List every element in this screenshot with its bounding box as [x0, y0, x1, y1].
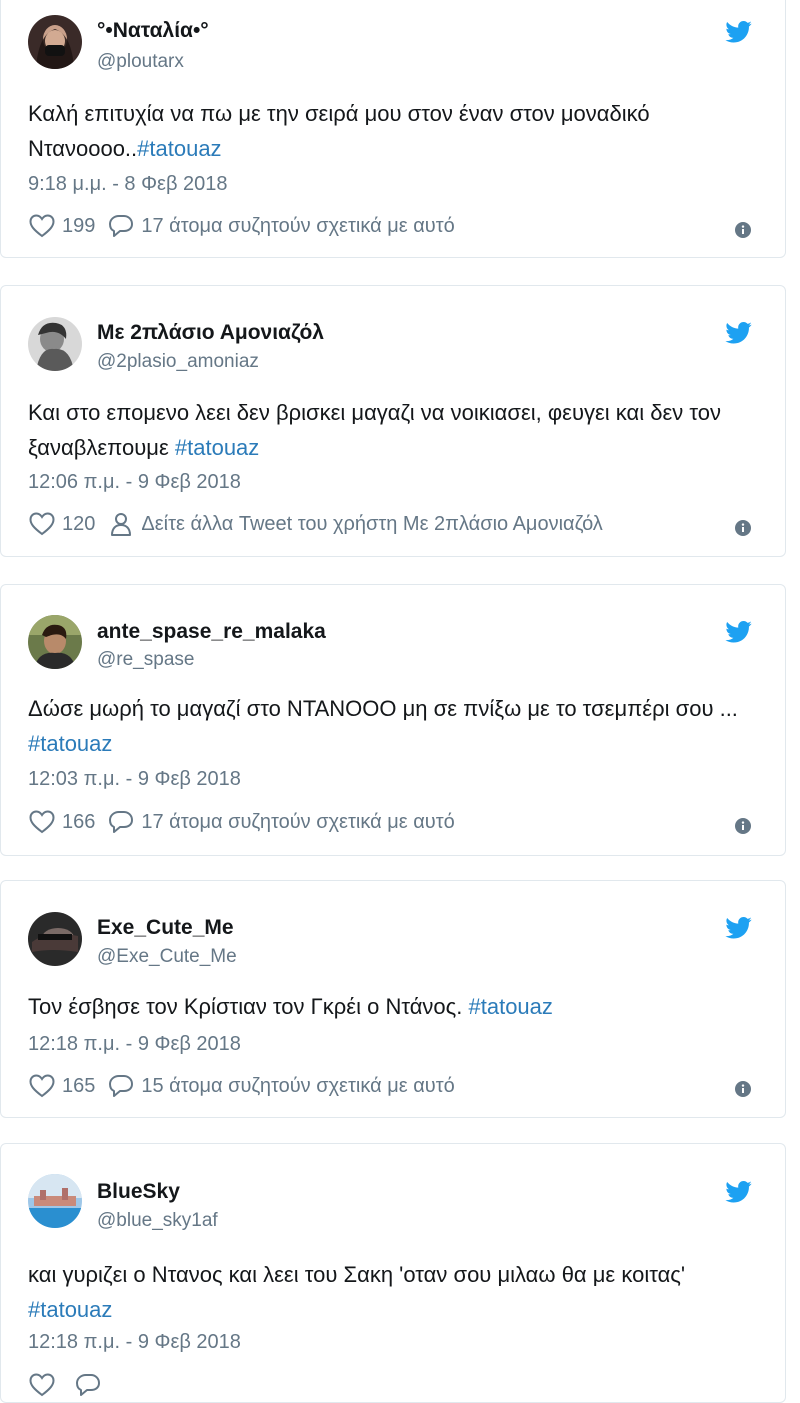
tweet-text-body: Καλή επιτυχία να πω με την σειρά μου στο… — [28, 101, 650, 161]
display-name[interactable]: ante_spase_re_malaka — [97, 620, 326, 644]
like-count[interactable]: 166 — [62, 811, 95, 834]
more-tweets-link[interactable]: Δείτε άλλα Tweet του χρήστη Με 2πλάσιο Α… — [141, 513, 602, 536]
user-handle[interactable]: @re_spase — [97, 649, 194, 671]
info-icon[interactable] — [735, 520, 751, 536]
user-handle[interactable]: @ploutarx — [97, 51, 184, 73]
tweet-actions — [28, 1372, 108, 1398]
tweet-text-body: Και στο επομενο λεει δεν βρισκει μαγαζι … — [28, 400, 722, 460]
like-count[interactable]: 165 — [62, 1075, 95, 1098]
info-icon[interactable] — [735, 818, 751, 834]
conversation-link[interactable]: 17 άτομα συζητούν σχετικά με αυτό — [141, 811, 454, 834]
user-icon[interactable] — [107, 511, 135, 537]
tweet-text: Δώσε μωρή το μαγαζί στο ΝΤΑΝΟΟΟ μη σε πν… — [28, 691, 768, 761]
heart-icon[interactable] — [28, 809, 56, 835]
tweet-card: Exe_Cute_Me @Exe_Cute_Me Τον έσβησε τον … — [0, 880, 786, 1118]
heart-icon[interactable] — [28, 1073, 56, 1099]
hashtag-link[interactable]: #tatouaz — [137, 136, 221, 161]
display-name[interactable]: Με 2πλάσιο Αμονιαζόλ — [97, 321, 324, 345]
avatar[interactable] — [28, 15, 82, 69]
avatar[interactable] — [28, 912, 82, 966]
conversation-link[interactable]: 17 άτομα συζητούν σχετικά με αυτό — [141, 215, 454, 238]
like-count[interactable]: 120 — [62, 513, 95, 536]
hashtag-link[interactable]: #tatouaz — [469, 994, 553, 1019]
hashtag-link[interactable]: #tatouaz — [28, 1297, 112, 1322]
like-count[interactable]: 199 — [62, 215, 95, 238]
twitter-bird-icon[interactable] — [725, 917, 752, 939]
tweet-card: ante_spase_re_malaka @re_spase Δώσε μωρή… — [0, 584, 786, 856]
tweet-actions: 120 Δείτε άλλα Tweet του χρήστη Με 2πλάσ… — [28, 511, 603, 537]
tweet-timestamp[interactable]: 9:18 μ.μ. - 8 Φεβ 2018 — [28, 173, 228, 196]
twitter-bird-icon[interactable] — [725, 1181, 752, 1203]
tweet-text-body: και γυριζει ο Ντανος και λεει του Σακη '… — [28, 1262, 686, 1287]
twitter-bird-icon[interactable] — [725, 21, 752, 43]
display-name[interactable]: °•Ναταλία•° — [97, 19, 209, 43]
tweet-text: Και στο επομενο λεει δεν βρισκει μαγαζι … — [28, 395, 768, 465]
conversation-link[interactable]: 15 άτομα συζητούν σχετικά με αυτό — [141, 1075, 454, 1098]
info-icon[interactable] — [735, 222, 751, 238]
tweet-timestamp[interactable]: 12:18 π.μ. - 9 Φεβ 2018 — [28, 1331, 241, 1354]
tweet-text: Καλή επιτυχία να πω με την σειρά μου στο… — [28, 96, 768, 166]
reply-icon[interactable] — [107, 1073, 135, 1099]
tweet-text: Τον έσβησε τον Κρίστιαν τον Γκρέι ο Ντάν… — [28, 989, 768, 1024]
tweet-text-body: Δώσε μωρή το μαγαζί στο ΝΤΑΝΟΟΟ μη σε πν… — [28, 696, 738, 721]
heart-icon[interactable] — [28, 1372, 56, 1398]
twitter-bird-icon[interactable] — [725, 322, 752, 344]
tweet-card: °•Ναταλία•° @ploutarx Καλή επιτυχία να π… — [0, 0, 786, 258]
display-name[interactable]: Exe_Cute_Me — [97, 916, 234, 940]
tweet-actions: 199 17 άτομα συζητούν σχετικά με αυτό — [28, 213, 455, 239]
user-handle[interactable]: @Exe_Cute_Me — [97, 946, 237, 968]
tweet-actions: 165 15 άτομα συζητούν σχετικά με αυτό — [28, 1073, 455, 1099]
user-handle[interactable]: @2plasio_amoniaz — [97, 351, 259, 373]
tweet-card: Με 2πλάσιο Αμονιαζόλ @2plasio_amoniaz Κα… — [0, 285, 786, 557]
tweet-text: και γυριζει ο Ντανος και λεει του Σακη '… — [28, 1257, 768, 1327]
hashtag-link[interactable]: #tatouaz — [175, 435, 259, 460]
tweet-timestamp[interactable]: 12:18 π.μ. - 9 Φεβ 2018 — [28, 1033, 241, 1056]
avatar[interactable] — [28, 615, 82, 669]
tweet-card: BlueSky @blue_sky1af και γυριζει ο Ντανο… — [0, 1143, 786, 1403]
avatar[interactable] — [28, 1174, 82, 1228]
heart-icon[interactable] — [28, 213, 56, 239]
reply-icon[interactable] — [107, 809, 135, 835]
reply-icon[interactable] — [107, 213, 135, 239]
user-handle[interactable]: @blue_sky1af — [97, 1210, 218, 1232]
avatar[interactable] — [28, 317, 82, 371]
reply-icon[interactable] — [74, 1372, 102, 1398]
hashtag-link[interactable]: #tatouaz — [28, 731, 112, 756]
tweet-timestamp[interactable]: 12:03 π.μ. - 9 Φεβ 2018 — [28, 768, 241, 791]
display-name[interactable]: BlueSky — [97, 1180, 180, 1204]
heart-icon[interactable] — [28, 511, 56, 537]
info-icon[interactable] — [735, 1081, 751, 1097]
tweet-text-body: Τον έσβησε τον Κρίστιαν τον Γκρέι ο Ντάν… — [28, 994, 469, 1019]
twitter-bird-icon[interactable] — [725, 621, 752, 643]
tweet-timestamp[interactable]: 12:06 π.μ. - 9 Φεβ 2018 — [28, 471, 241, 494]
tweet-actions: 166 17 άτομα συζητούν σχετικά με αυτό — [28, 809, 455, 835]
